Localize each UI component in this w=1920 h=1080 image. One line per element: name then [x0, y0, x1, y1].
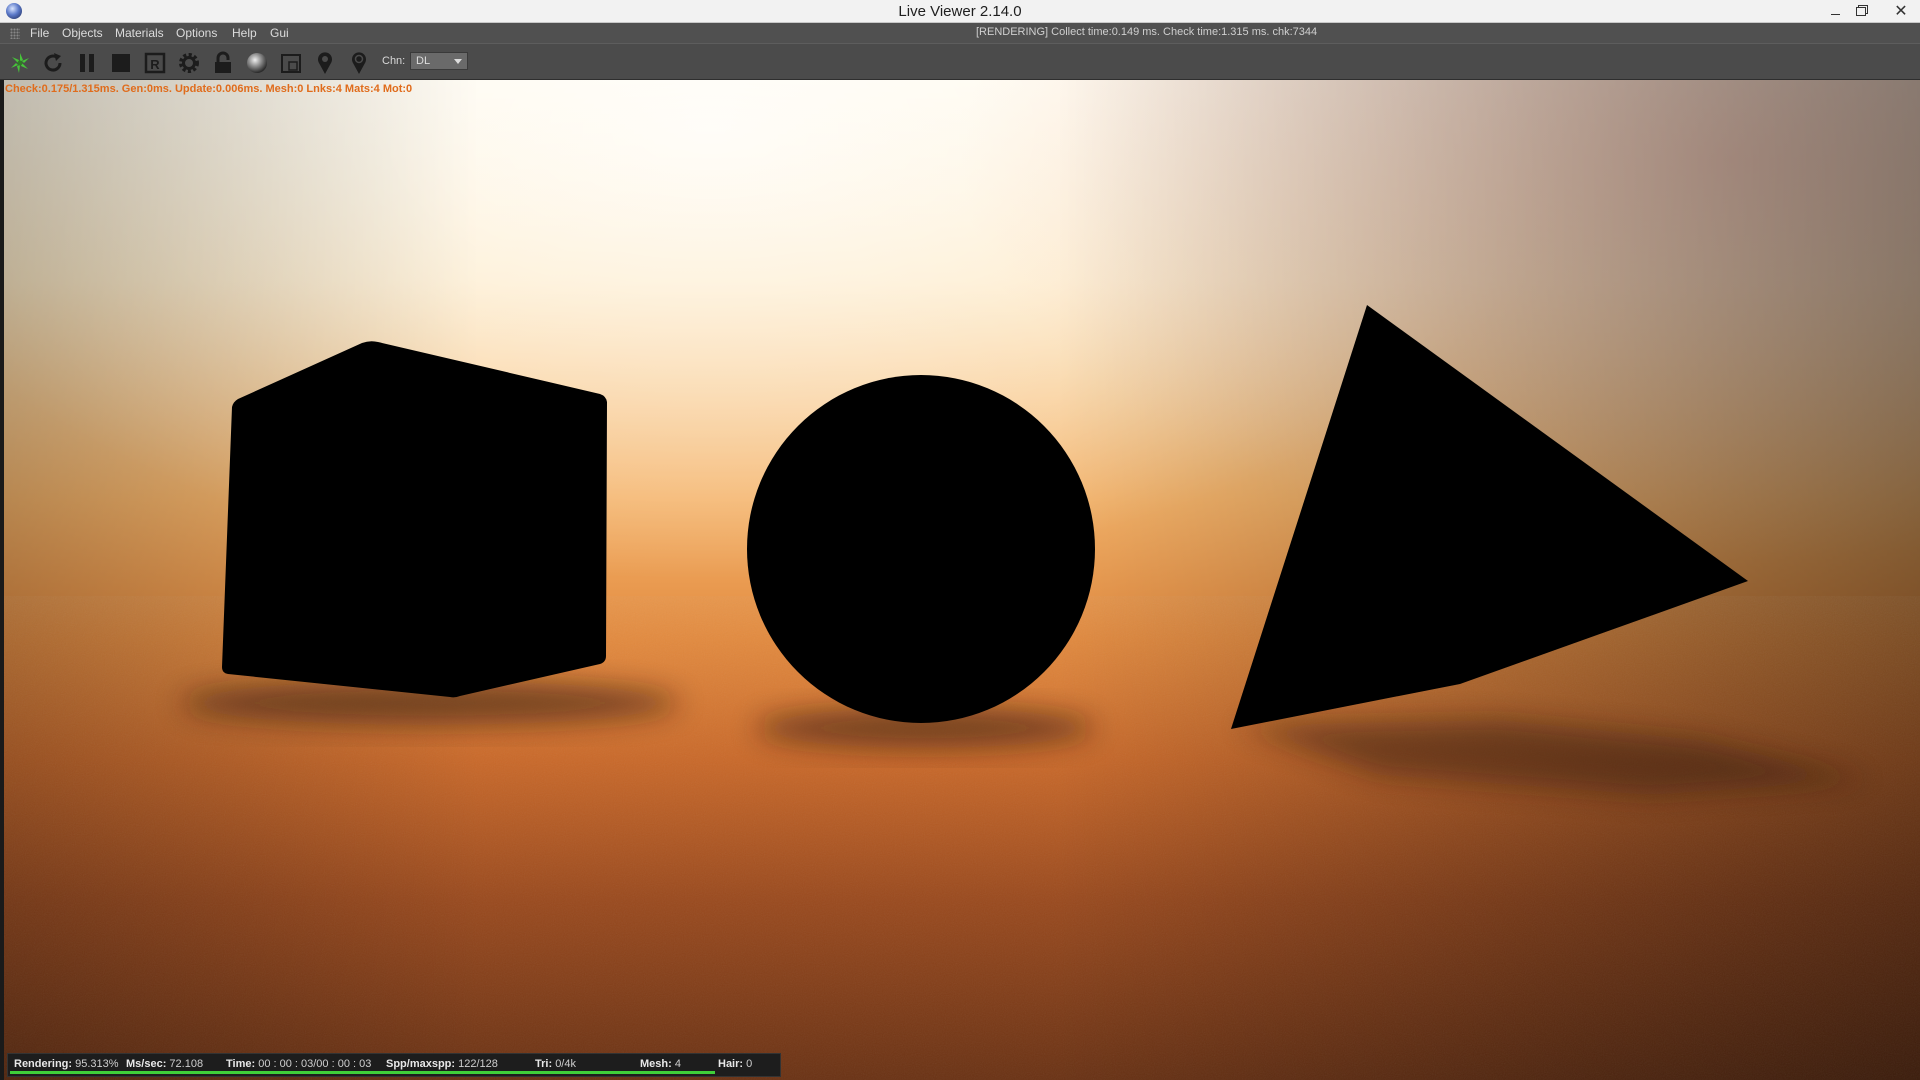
minimize-icon[interactable] — [1822, 1, 1848, 21]
render-progress-bar — [10, 1071, 715, 1074]
close-icon[interactable]: ✕ — [1886, 1, 1916, 21]
tri-field: Tri: 0/4k — [535, 1058, 576, 1070]
mesh-field: Mesh: 4 — [640, 1058, 681, 1070]
cube-silhouette — [222, 341, 607, 698]
render-image — [0, 80, 1920, 1080]
toolbar: R Chn: DL — [0, 43, 1920, 80]
octane-logo-icon[interactable] — [6, 49, 34, 77]
sphere-silhouette — [747, 375, 1095, 723]
menu-file[interactable]: File — [30, 26, 49, 40]
channel-dropdown[interactable]: DL — [410, 52, 468, 70]
render-status-bar: Rendering: 95.313% Ms/sec: 72.108 Time: … — [7, 1053, 781, 1077]
pause-icon[interactable] — [73, 49, 101, 77]
viewport-stats: Check:0.175/1.315ms. Gen:0ms. Update:0.0… — [5, 83, 413, 95]
render-region-icon[interactable]: R — [141, 49, 169, 77]
render-viewport[interactable]: Check:0.175/1.315ms. Gen:0ms. Update:0.0… — [0, 80, 1920, 1080]
menu-options[interactable]: Options — [176, 26, 217, 40]
refresh-icon[interactable] — [39, 49, 67, 77]
chevron-down-icon — [454, 59, 462, 64]
spp-field: Spp/maxspp: 122/128 — [386, 1058, 498, 1070]
render-status-message: [RENDERING] Collect time:0.149 ms. Check… — [976, 26, 1318, 38]
menu-help[interactable]: Help — [232, 26, 257, 40]
menu-gui[interactable]: Gui — [270, 26, 289, 40]
window-title: Live Viewer 2.14.0 — [898, 3, 1022, 20]
region-select-icon[interactable] — [277, 49, 305, 77]
menu-materials[interactable]: Materials — [115, 26, 164, 40]
viewport-left-border — [0, 80, 4, 1080]
material-ball-icon[interactable] — [243, 49, 271, 77]
rendering-progress-field: Rendering: 95.313% — [14, 1058, 119, 1070]
time-field: Time: 00 : 00 : 03/00 : 00 : 03 — [226, 1058, 372, 1070]
restore-icon[interactable] — [1848, 1, 1874, 21]
pin-icon[interactable] — [311, 49, 339, 77]
hair-field: Hair: 0 — [718, 1058, 753, 1070]
menu-bar: File Objects Materials Options Help Gui … — [0, 23, 1920, 43]
lock-icon[interactable] — [209, 49, 237, 77]
title-bar: Live Viewer 2.14.0 ✕ — [0, 0, 1920, 23]
pin-focus-icon[interactable] — [345, 49, 373, 77]
stop-icon[interactable] — [107, 49, 135, 77]
menu-objects[interactable]: Objects — [62, 26, 103, 40]
channel-value: DL — [416, 55, 431, 67]
menu-grip-icon — [10, 28, 20, 39]
ms-per-sec-field: Ms/sec: 72.108 — [126, 1058, 204, 1070]
svg-text:R: R — [150, 57, 160, 72]
settings-gear-icon[interactable] — [175, 49, 203, 77]
channel-label: Chn: — [382, 55, 406, 67]
